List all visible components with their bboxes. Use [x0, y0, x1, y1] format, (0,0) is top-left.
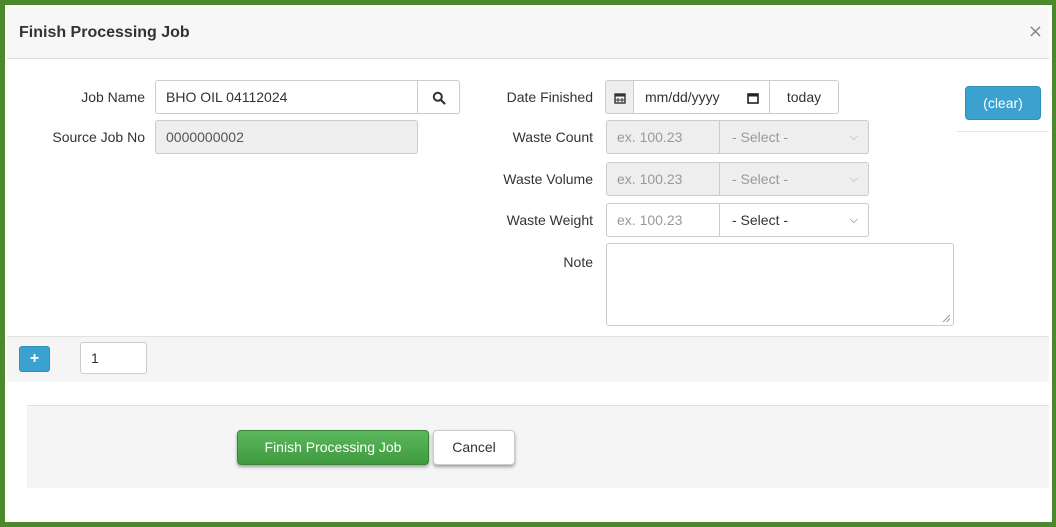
close-icon[interactable]: ×: [1028, 21, 1043, 42]
chevron-down-icon: ⌵: [849, 131, 858, 143]
cancel-button[interactable]: Cancel: [433, 430, 515, 465]
search-icon: [432, 92, 446, 105]
waste-weight-input[interactable]: ex. 100.23: [606, 203, 720, 237]
waste-volume-label: Waste Volume: [503, 171, 593, 187]
date-placeholder: mm/dd/yyyy: [645, 89, 720, 105]
calendar-icon: [613, 93, 626, 104]
waste-count-unit-select: - Select - ⌵: [719, 120, 869, 154]
waste-count-unit-value: - Select -: [732, 129, 789, 145]
source-job-no-field: 0000000002: [155, 120, 418, 154]
clear-divider: [957, 131, 1049, 132]
dialog-header: Finish Processing Job ×: [7, 7, 1049, 59]
job-name-label: Job Name: [81, 89, 145, 105]
add-row-button[interactable]: +: [19, 346, 50, 372]
dialog-title: Finish Processing Job: [19, 24, 190, 41]
add-row-strip: + 1: [7, 336, 1049, 382]
clear-button[interactable]: (clear): [965, 86, 1041, 120]
waste-weight-label: Waste Weight: [506, 212, 593, 228]
source-job-no-label: Source Job No: [52, 129, 145, 145]
waste-volume-unit-select: - Select - ⌵: [719, 162, 869, 196]
date-picker-icon[interactable]: [747, 92, 759, 104]
job-search-button[interactable]: [417, 80, 460, 114]
date-finished-label: Date Finished: [506, 89, 593, 105]
waste-volume-unit-value: - Select -: [732, 171, 789, 187]
waste-count-input: ex. 100.23: [606, 120, 720, 154]
finish-processing-job-dialog: Finish Processing Job × Job Name BHO OIL…: [7, 7, 1049, 522]
chevron-down-icon: ⌵: [849, 173, 858, 185]
date-finished-input[interactable]: mm/dd/yyyy: [633, 80, 770, 114]
dialog-footer: Finish Processing Job Cancel: [27, 405, 1049, 488]
note-textarea[interactable]: [606, 243, 954, 326]
waste-weight-unit-select[interactable]: - Select - ⌵: [719, 203, 869, 237]
waste-weight-unit-value: - Select -: [732, 212, 789, 228]
calendar-addon: [605, 80, 634, 114]
job-name-input[interactable]: BHO OIL 04112024: [155, 80, 418, 114]
waste-count-label: Waste Count: [512, 129, 593, 145]
finish-processing-job-button[interactable]: Finish Processing Job: [237, 430, 429, 465]
waste-volume-input: ex. 100.23: [606, 162, 720, 196]
row-count-input[interactable]: 1: [80, 342, 147, 374]
note-label: Note: [563, 254, 593, 270]
today-button[interactable]: today: [769, 80, 839, 114]
resize-grip-icon[interactable]: [942, 314, 950, 322]
chevron-down-icon: ⌵: [849, 214, 858, 226]
